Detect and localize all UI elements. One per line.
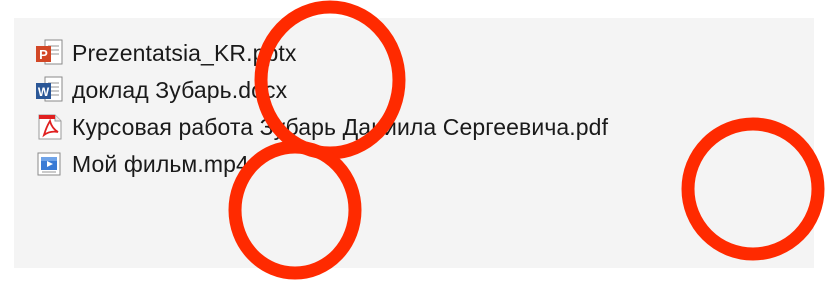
- file-item-docx[interactable]: W доклад Зубарь.docx: [34, 73, 287, 107]
- video-file-icon: [34, 148, 66, 180]
- file-item-mp4[interactable]: Мой фильм.mp4: [34, 147, 249, 181]
- svg-text:W: W: [38, 85, 50, 99]
- file-name: Мой фильм.mp4: [72, 150, 249, 177]
- file-name: Курсовая работа Зубарь Даниила Сергеевич…: [72, 113, 609, 140]
- word-file-icon: W: [34, 74, 66, 106]
- file-list-panel: P Prezentatsia_KR.pptx W доклад Зубарь.d…: [14, 18, 814, 268]
- pdf-file-icon: [34, 111, 66, 143]
- powerpoint-file-icon: P: [34, 37, 66, 69]
- file-item-pptx[interactable]: P Prezentatsia_KR.pptx: [34, 36, 296, 70]
- svg-text:P: P: [39, 47, 48, 62]
- file-name: доклад Зубарь.docx: [72, 76, 288, 103]
- file-item-pdf[interactable]: Курсовая работа Зубарь Даниила Сергеевич…: [34, 110, 608, 144]
- file-name: Prezentatsia_KR.pptx: [72, 39, 297, 66]
